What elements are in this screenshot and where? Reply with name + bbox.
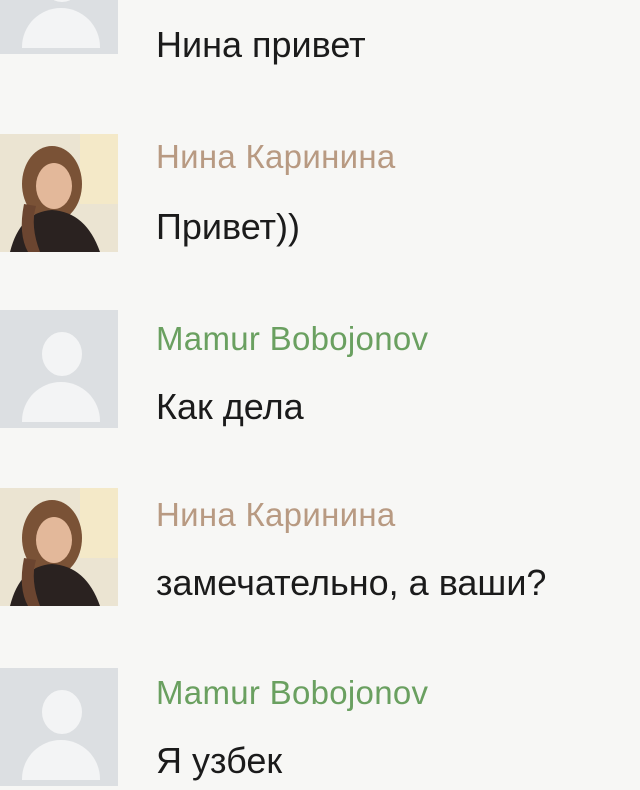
chat-window: Нина привет Нина Каринина Привет)) Mamur… [0, 0, 640, 790]
profile-photo[interactable] [0, 488, 118, 606]
message-author[interactable]: Нина Каринина [156, 138, 396, 176]
message-item: Нина Каринина Привет)) [0, 124, 640, 264]
profile-photo[interactable] [0, 134, 118, 252]
message-author[interactable]: Mamur Bobojonov [156, 674, 428, 712]
message-item: Нина Каринина замечательно, а ваши? [0, 482, 640, 622]
message-text: замечательно, а ваши? [156, 562, 547, 603]
user-placeholder-icon[interactable] [0, 0, 118, 54]
message-text: Я узбек [156, 740, 283, 781]
message-text: Нина привет [156, 24, 366, 65]
message-item: Нина привет [0, 0, 640, 65]
message-text: Привет)) [156, 206, 301, 247]
user-placeholder-icon[interactable] [0, 310, 118, 428]
message-item: Mamur Bobojonov Я узбек [0, 660, 640, 790]
user-placeholder-icon[interactable] [0, 668, 118, 786]
message-item: Mamur Bobojonov Как дела [0, 302, 640, 442]
message-author[interactable]: Mamur Bobojonov [156, 320, 428, 358]
message-text: Как дела [156, 386, 304, 427]
message-author[interactable]: Нина Каринина [156, 496, 396, 534]
